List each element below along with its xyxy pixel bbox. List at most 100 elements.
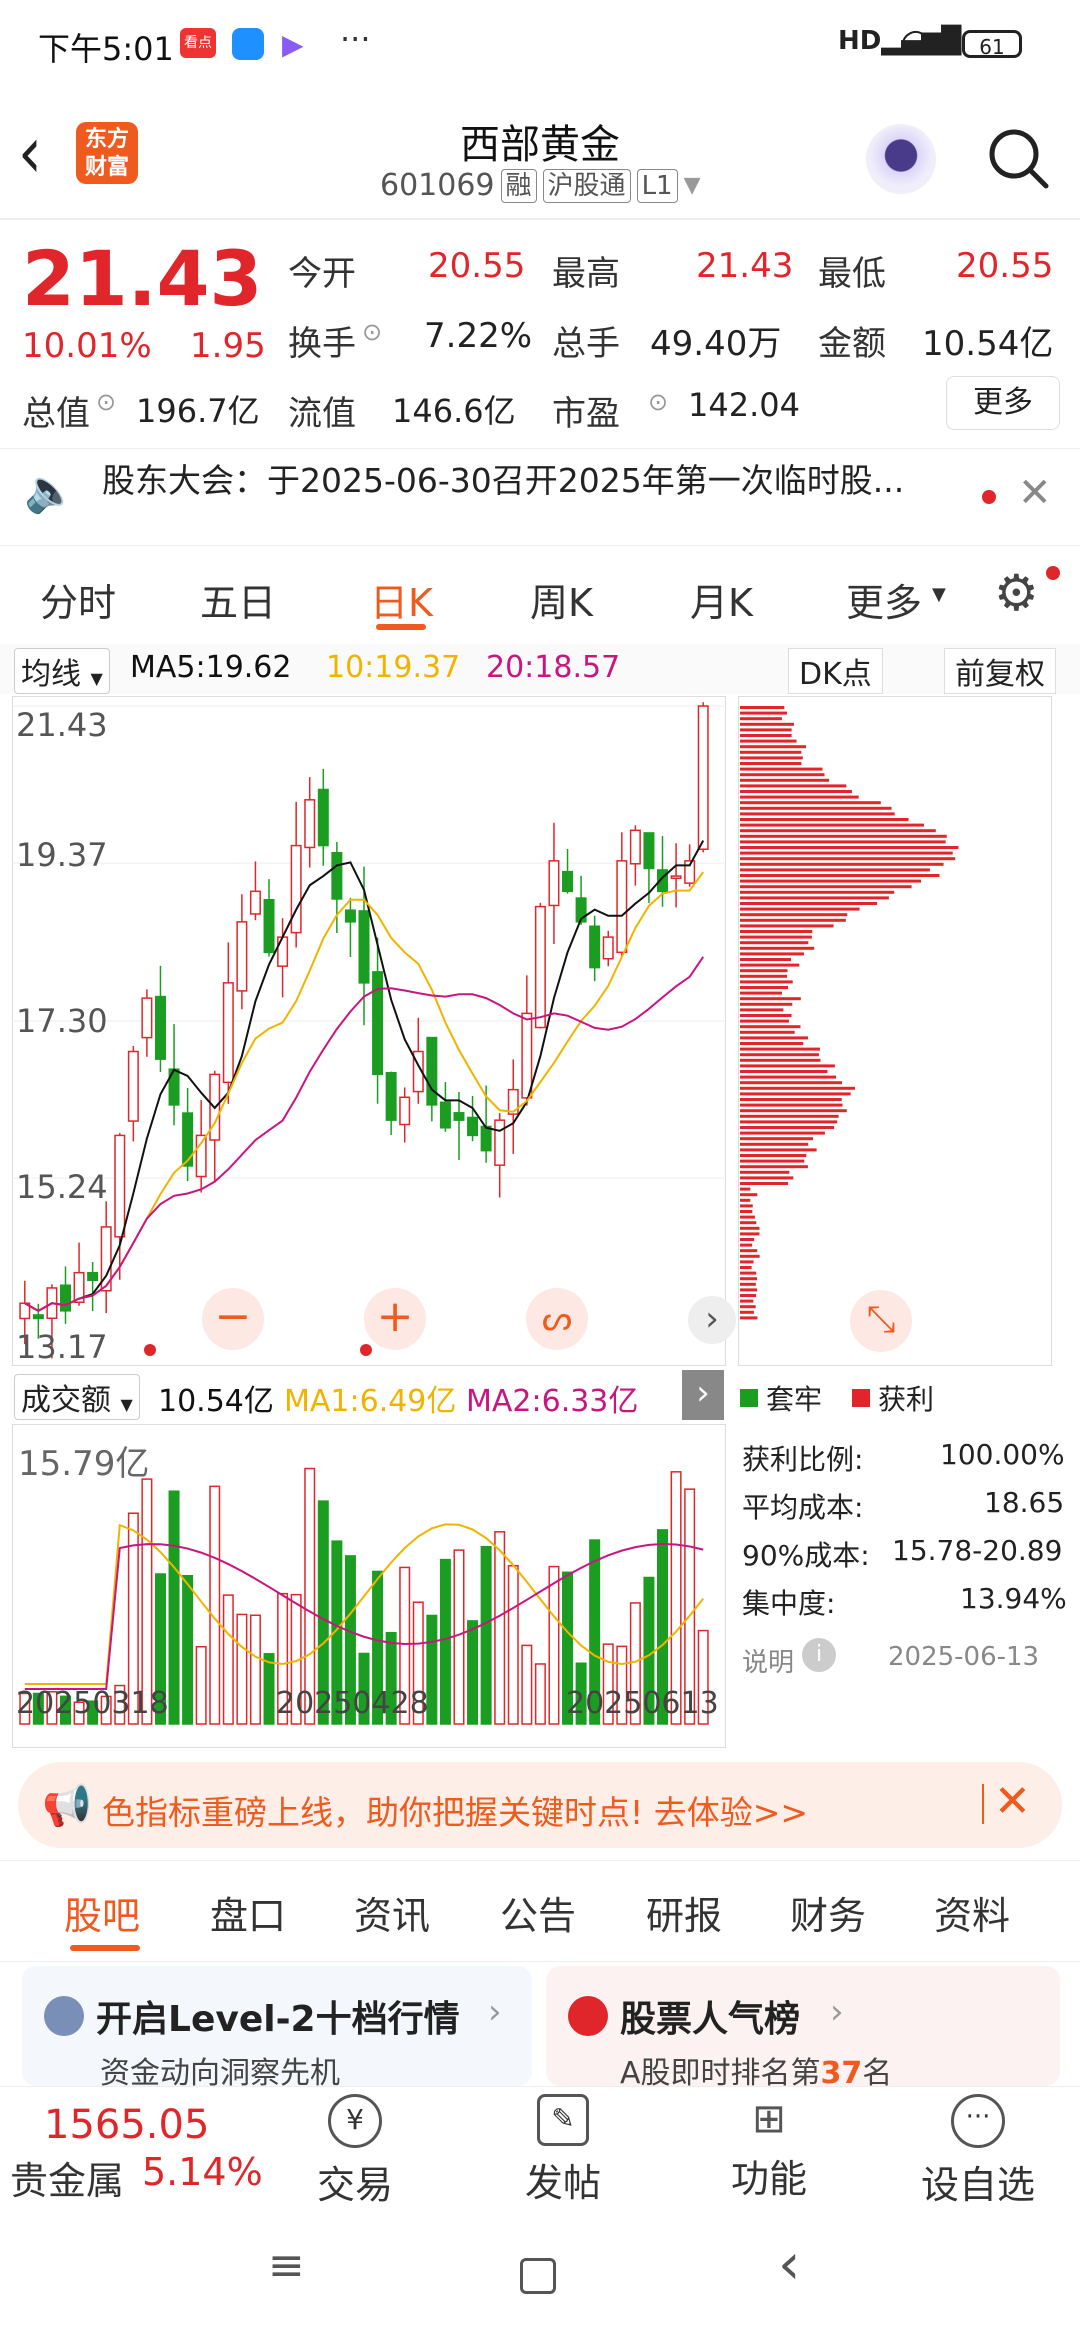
- notice-text[interactable]: 股东大会：于2025-06-30召开2025年第一次临时股...: [102, 454, 904, 502]
- back-nav-icon[interactable]: ‹: [778, 2232, 800, 2297]
- active-tab-indicator: [376, 624, 426, 630]
- chip-bar: [740, 734, 792, 737]
- status-time: 下午5:01: [38, 30, 174, 68]
- candle-body: [453, 1112, 465, 1121]
- tab-news[interactable]: 资讯: [354, 1885, 430, 1940]
- chip-bar: [740, 974, 787, 978]
- chip-bar: [740, 1238, 755, 1241]
- close-icon[interactable]: ✕: [994, 1776, 1031, 1827]
- chip-bar: [740, 1042, 804, 1045]
- candle-body: [629, 829, 641, 865]
- nav-functions[interactable]: ⊞ 功能: [714, 2094, 824, 2203]
- candle-body: [494, 1119, 506, 1166]
- close-icon[interactable]: ✕: [1018, 470, 1052, 516]
- caret-down-icon: ▼: [932, 584, 946, 605]
- info-icon[interactable]: ⊙: [96, 388, 116, 416]
- popularity-icon: [568, 1996, 608, 2036]
- zoom-out-button[interactable]: −: [202, 1288, 264, 1350]
- popularity-title[interactable]: 股票人气榜: [620, 1990, 800, 2042]
- index-value[interactable]: 1565.05: [44, 2102, 209, 2148]
- info-icon[interactable]: ⊙: [648, 388, 668, 416]
- candle-body: [467, 1116, 479, 1137]
- chip-bar: [740, 1299, 754, 1303]
- expand-icon[interactable]: ⤡: [850, 1290, 912, 1352]
- tab-research[interactable]: 研报: [646, 1885, 722, 1940]
- robot-assistant-icon[interactable]: [866, 124, 936, 194]
- tab-weekly-k[interactable]: 周K: [530, 572, 593, 627]
- nav-trade[interactable]: ¥ 交易: [300, 2094, 410, 2209]
- chip-bar: [740, 717, 782, 721]
- index-name[interactable]: 贵金属: [10, 2150, 124, 2205]
- yen-icon: ¥: [328, 2094, 382, 2148]
- chip-bar: [740, 969, 788, 973]
- chip-bar: [740, 1025, 801, 1029]
- nav-add-watchlist[interactable]: ··· 设自选: [908, 2094, 1048, 2209]
- zoom-in-button[interactable]: +: [364, 1288, 426, 1350]
- volume-header: 成交额 ▼ 10.54亿 MA1:6.49亿 MA2:6.33亿 ›: [12, 1370, 724, 1422]
- low-label: 最低: [818, 254, 886, 294]
- tab-intraday[interactable]: 分时: [40, 572, 116, 627]
- collapse-arrow-button[interactable]: ›: [682, 1370, 724, 1420]
- volume-bar: [182, 1575, 194, 1725]
- tab-five-day[interactable]: 五日: [200, 572, 276, 627]
- chip-bar: [740, 1198, 751, 1202]
- candle-body: [616, 860, 628, 954]
- level-tag: L1: [636, 168, 678, 203]
- explain-link[interactable]: 说明: [742, 1642, 794, 1679]
- tab-more[interactable]: 更多: [846, 572, 922, 627]
- candle-body: [59, 1284, 71, 1312]
- chip-bar: [740, 1221, 757, 1225]
- chip-bar: [740, 778, 830, 782]
- chip-legend: 套牢 获利: [740, 1378, 934, 1418]
- tab-daily-k[interactable]: 日K: [370, 572, 433, 627]
- next-arrow-button[interactable]: ›: [688, 1296, 736, 1344]
- volume-select[interactable]: 成交额 ▼: [14, 1374, 140, 1420]
- open-label: 今开: [288, 254, 356, 294]
- home-icon[interactable]: [520, 2258, 556, 2294]
- chip-bar: [740, 1249, 758, 1253]
- amount-label: 金额: [818, 324, 886, 364]
- tab-profile[interactable]: 资料: [934, 1885, 1010, 1940]
- ma20-label: 20:18.57: [486, 650, 621, 685]
- chip-bar: [740, 941, 809, 945]
- volume-bar: [507, 1564, 519, 1725]
- index-percent[interactable]: 5.14%: [142, 2150, 263, 2194]
- candle-body: [344, 909, 356, 923]
- adjust-select[interactable]: 前复权: [944, 648, 1056, 694]
- search-icon[interactable]: [984, 124, 1054, 194]
- volume-bar: [480, 1545, 492, 1725]
- candle-body: [480, 1125, 492, 1152]
- promo-text[interactable]: 色指标重磅上线，助你把握关键时点! 去体验>>: [102, 1786, 808, 1834]
- volume-bar: [195, 1646, 207, 1725]
- chip-bar: [740, 1187, 751, 1191]
- volume-bar: [249, 1614, 261, 1725]
- level2-title[interactable]: 开启Level-2十档行情: [96, 1990, 460, 2042]
- float-cap-value: 146.6亿: [392, 392, 516, 430]
- tab-guba[interactable]: 股吧: [64, 1885, 140, 1940]
- volume-amount: 10.54亿: [158, 1384, 274, 1419]
- chip-bar: [740, 1142, 809, 1146]
- chip-bar: [740, 1271, 757, 1275]
- ma-select[interactable]: 均线 ▼: [14, 648, 110, 694]
- tab-finance[interactable]: 财务: [790, 1885, 866, 1940]
- gear-icon[interactable]: ⚙: [994, 564, 1039, 622]
- info-icon[interactable]: ⊙: [362, 318, 382, 346]
- dk-select[interactable]: DK点: [788, 648, 883, 694]
- nav-post[interactable]: ✎ 发帖: [508, 2094, 618, 2207]
- draw-tool-button[interactable]: ᔕ: [526, 1288, 588, 1350]
- tab-pankou[interactable]: 盘口: [210, 1885, 286, 1940]
- axis-label-2: 19.37: [16, 836, 108, 874]
- kline-chart[interactable]: [12, 696, 724, 1364]
- tab-monthly-k[interactable]: 月K: [690, 572, 753, 627]
- chip-bar: [740, 1288, 758, 1292]
- chevron-down-icon[interactable]: ▼: [684, 173, 701, 198]
- info-icon[interactable]: i: [802, 1638, 836, 1672]
- chip-bar: [740, 846, 959, 849]
- tab-announcement[interactable]: 公告: [500, 1885, 576, 1940]
- more-button[interactable]: 更多: [946, 376, 1060, 430]
- menu-icon[interactable]: ≡: [268, 2240, 305, 2291]
- candle-body: [562, 870, 574, 893]
- chip-distribution-chart: [740, 706, 959, 1320]
- chip-bar: [740, 818, 909, 821]
- candle-body: [290, 844, 302, 934]
